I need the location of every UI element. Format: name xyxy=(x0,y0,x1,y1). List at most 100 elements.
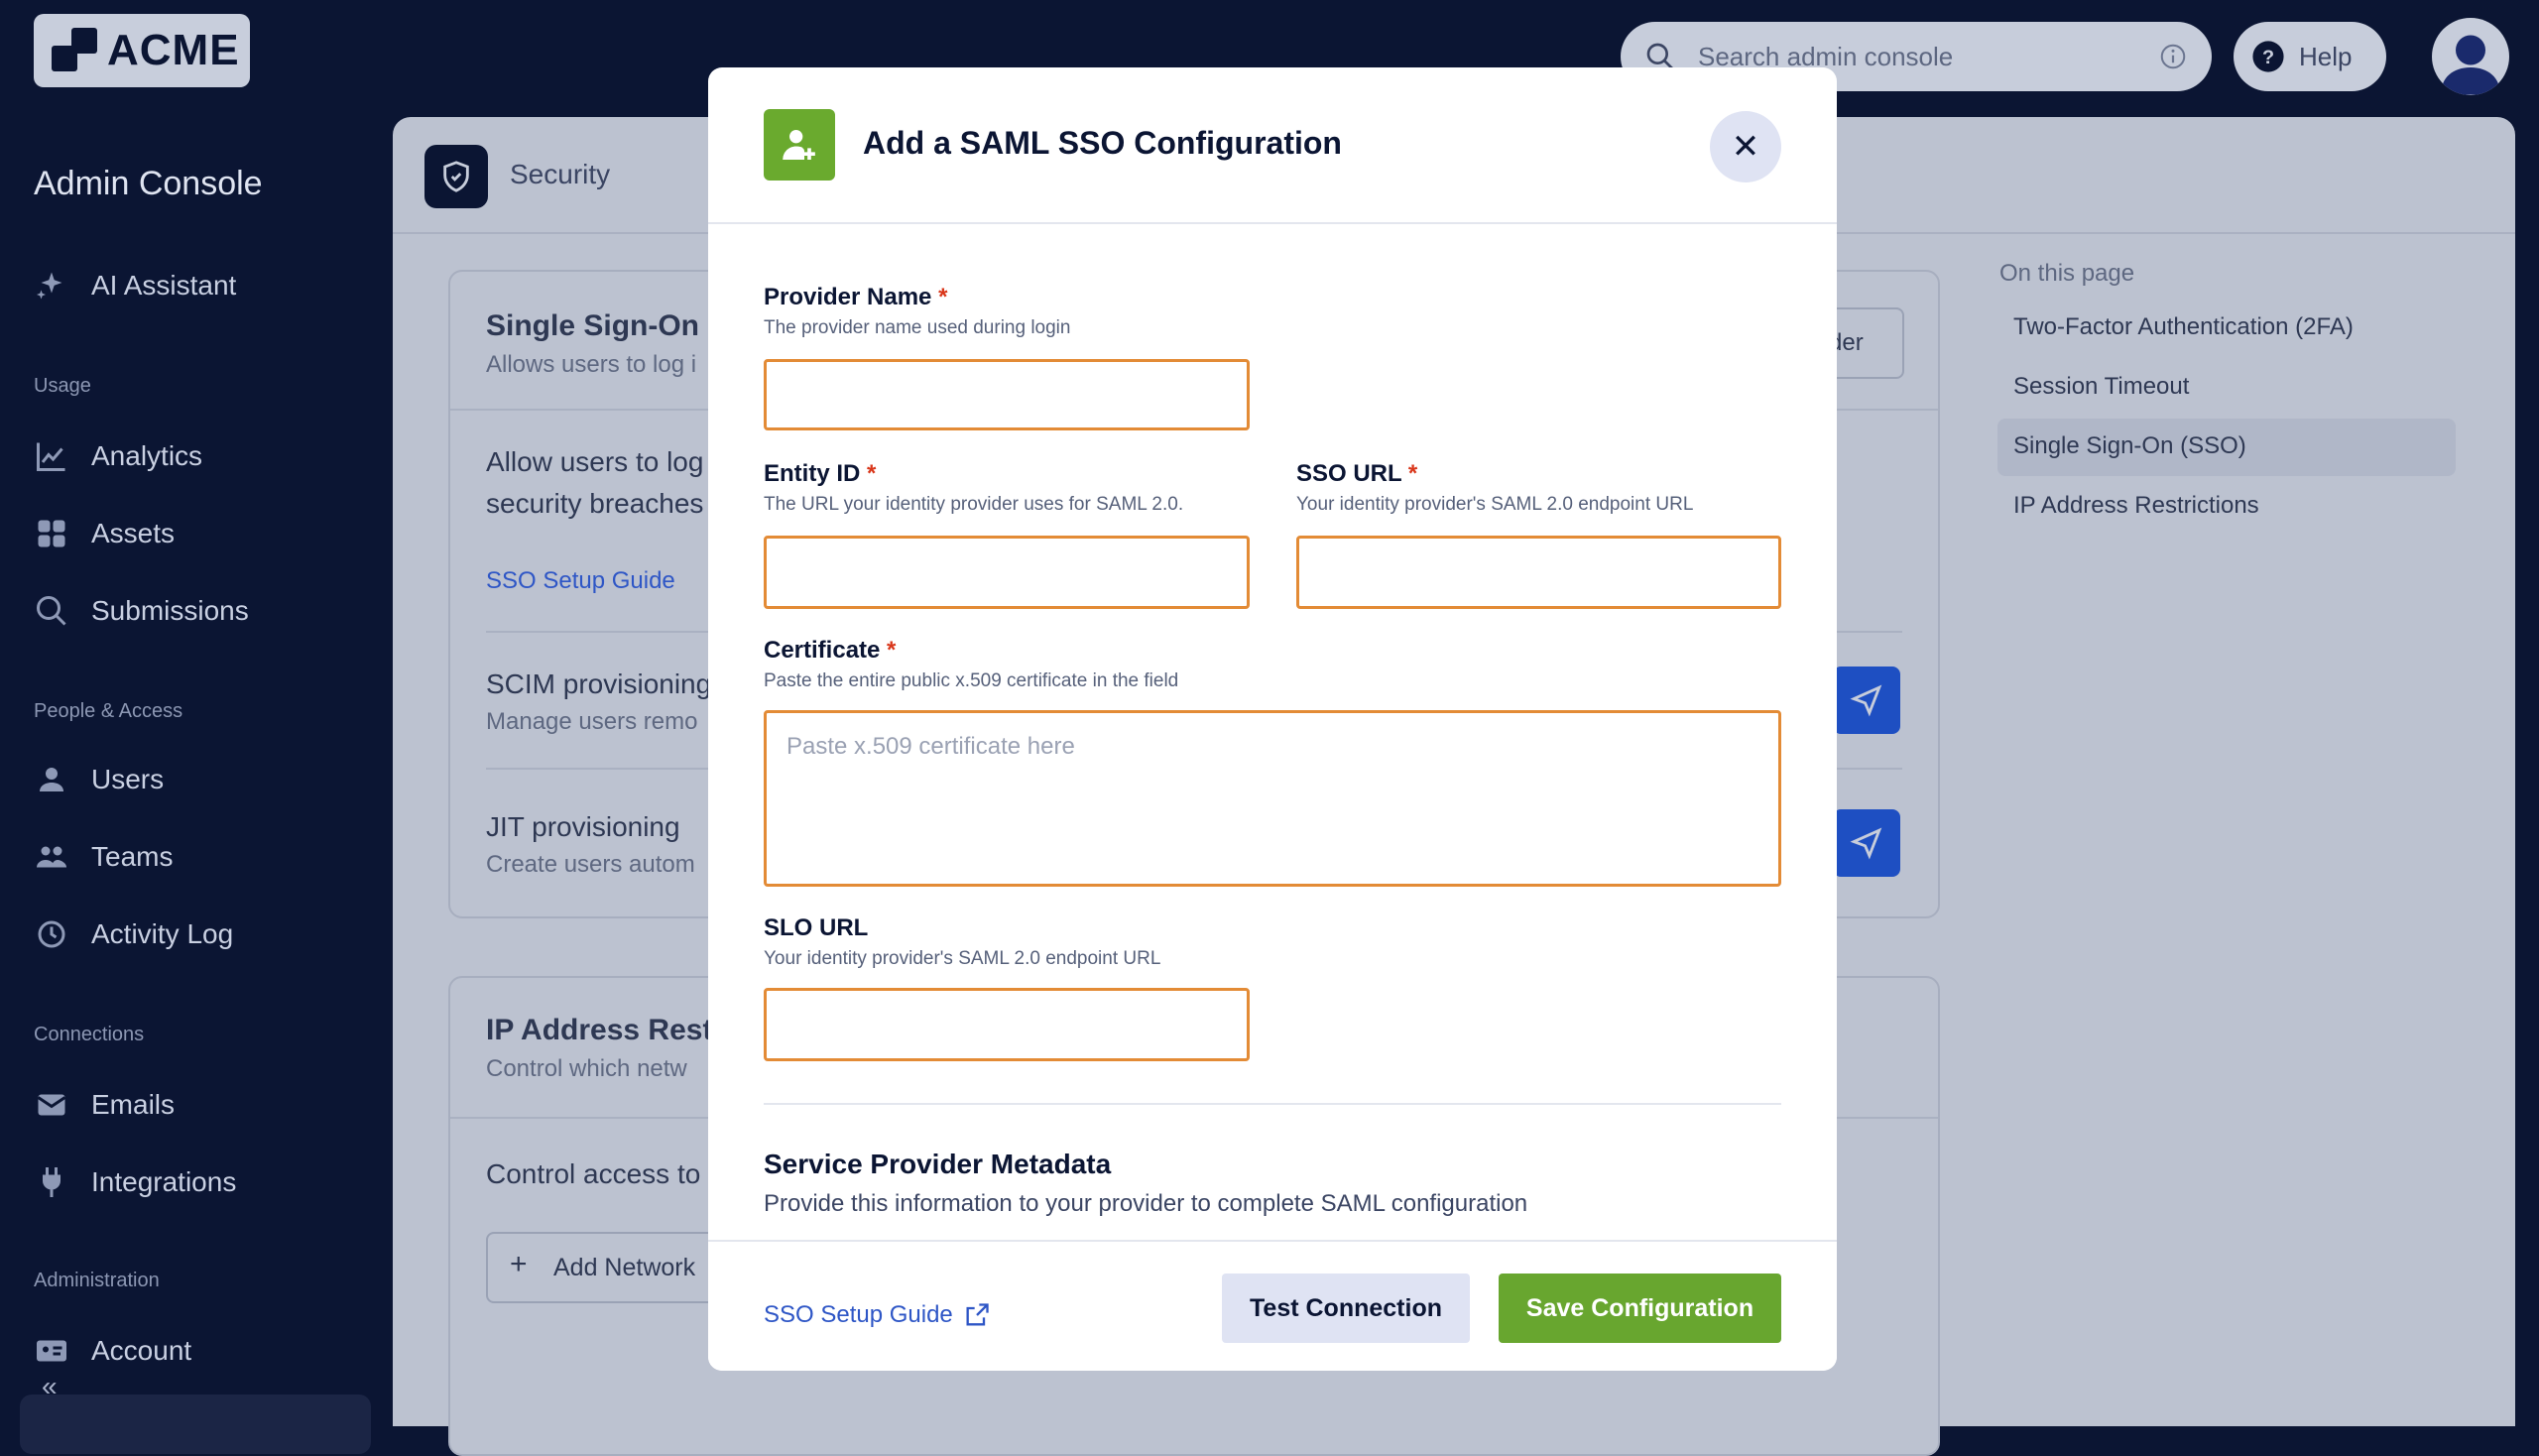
help-button[interactable]: ? Help xyxy=(2234,22,2386,91)
sidebar: ACME Admin Console AI Assistant Usage An… xyxy=(0,0,389,1454)
certificate-textarea[interactable] xyxy=(764,710,1781,887)
toc-item-2fa[interactable]: Two-Factor Authentication (2FA) xyxy=(2013,313,2354,341)
mail-icon xyxy=(37,1094,66,1116)
provider-name-help: The provider name used during login xyxy=(764,317,1071,338)
sso-guide-link[interactable]: SSO Setup Guide xyxy=(486,567,675,595)
modal-header: Add a SAML SSO Configuration ✕ xyxy=(708,67,1837,224)
plus-icon: + xyxy=(510,1248,528,1280)
sidebar-item-analytics[interactable]: Analytics xyxy=(34,438,202,474)
slo-url-label: SLO URL xyxy=(764,914,869,941)
toc-item-sso[interactable]: Single Sign-On (SSO) xyxy=(2013,432,2246,460)
id-card-icon xyxy=(37,1340,66,1362)
sidebar-item-label: Integrations xyxy=(91,1166,237,1197)
provider-name-label: Provider Name * xyxy=(764,284,947,311)
user-plus-icon xyxy=(764,109,835,181)
sidebar-item-integrations[interactable]: Integrations xyxy=(34,1164,236,1200)
provider-name-label-text: Provider Name xyxy=(764,284,932,310)
sidebar-item-users[interactable]: Users xyxy=(34,762,164,797)
external-link-icon xyxy=(966,1303,989,1326)
logo-text: ACME xyxy=(107,26,240,74)
sidebar-item-ai-assistant[interactable]: AI Assistant xyxy=(34,268,236,303)
test-connection-button[interactable]: Test Connection xyxy=(1222,1274,1470,1343)
certificate-help: Paste the entire public x.509 certificat… xyxy=(764,670,1179,691)
entity-id-label: Entity ID * xyxy=(764,460,876,488)
toc-item-ip-restrictions[interactable]: IP Address Restrictions xyxy=(2013,492,2259,520)
sidebar-item-submissions[interactable]: Submissions xyxy=(34,593,249,629)
metadata-subtitle: Provide this information to your provide… xyxy=(764,1190,1528,1217)
entity-id-input[interactable] xyxy=(764,536,1250,609)
sidebar-item-label: AI Assistant xyxy=(91,270,237,301)
help-label: Help xyxy=(2299,41,2353,71)
sso-card-title: Single Sign-On xyxy=(486,309,699,342)
sso-setup-guide-link[interactable]: SSO Setup Guide xyxy=(764,1301,991,1329)
sso-url-label-text: SSO URL xyxy=(1296,460,1402,487)
sidebar-item-activity-log[interactable]: Activity Log xyxy=(34,916,233,952)
info-icon[interactable] xyxy=(2158,42,2188,71)
question-circle-icon: ? xyxy=(2252,41,2284,72)
sso-body-line2: security breaches xyxy=(486,488,704,519)
jit-subtitle: Create users autom xyxy=(486,851,695,878)
sso-url-label: SSO URL * xyxy=(1296,460,1417,488)
sidebar-item-label: Emails xyxy=(91,1089,176,1120)
sidebar-item-account[interactable]: Account xyxy=(34,1333,191,1369)
scim-send-button[interactable] xyxy=(1833,667,1900,734)
modal-divider xyxy=(764,1103,1781,1105)
sidebar-item-label: Submissions xyxy=(91,595,249,626)
acme-logo[interactable]: ACME xyxy=(34,14,250,87)
save-configuration-button[interactable]: Save Configuration xyxy=(1499,1274,1781,1343)
user-avatar-icon xyxy=(2441,35,2500,95)
team-icon xyxy=(37,846,66,868)
sidebar-item-label: Teams xyxy=(91,841,174,872)
sidebar-item-teams[interactable]: Teams xyxy=(34,839,173,875)
certificate-label-text: Certificate xyxy=(764,637,881,664)
sidebar-item-assets[interactable]: Assets xyxy=(34,516,175,551)
sidebar-item-label: Analytics xyxy=(91,440,203,471)
required-mark: * xyxy=(887,637,897,664)
nav-group-usage: Usage xyxy=(34,375,91,397)
search-icon xyxy=(37,596,66,626)
sidebar-item-label: Users xyxy=(91,764,165,794)
modal-footer: SSO Setup Guide Test Connection Save Con… xyxy=(708,1240,1837,1371)
scim-subtitle: Manage users remo xyxy=(486,708,698,735)
avatar[interactable] xyxy=(2432,18,2509,95)
sso-url-input[interactable] xyxy=(1296,536,1781,609)
paper-plane-icon xyxy=(1850,684,1882,717)
toc-item-session-timeout[interactable]: Session Timeout xyxy=(2013,373,2189,401)
shield-icon xyxy=(424,145,488,208)
logo-mark-icon xyxy=(52,28,97,73)
required-mark: * xyxy=(938,284,948,310)
add-network-label: Add Network xyxy=(553,1254,696,1281)
provider-name-input[interactable] xyxy=(764,359,1250,430)
sso-card-subtitle: Allows users to log i xyxy=(486,351,697,378)
ip-card-title: IP Address Rest xyxy=(486,1014,713,1046)
history-icon xyxy=(38,920,65,948)
sidebar-item-security[interactable] xyxy=(20,1395,371,1454)
sidebar-item-label: Activity Log xyxy=(91,918,234,949)
required-mark: * xyxy=(1407,460,1418,487)
entity-id-label-text: Entity ID xyxy=(764,460,861,487)
user-icon xyxy=(40,768,63,791)
paper-plane-icon xyxy=(1850,827,1882,860)
slo-url-help: Your identity provider's SAML 2.0 endpoi… xyxy=(764,948,1161,969)
sparkle-icon xyxy=(37,272,62,300)
collapse-sidebar-icon[interactable]: « xyxy=(42,1371,58,1402)
saml-config-modal: Add a SAML SSO Configuration ✕ Provider … xyxy=(708,67,1837,1371)
section-title: Security xyxy=(510,159,611,189)
slo-url-input[interactable] xyxy=(764,988,1250,1061)
jit-send-button[interactable] xyxy=(1833,809,1900,877)
scim-title: SCIM provisioning xyxy=(486,668,712,699)
sso-url-help: Your identity provider's SAML 2.0 endpoi… xyxy=(1296,494,1694,515)
sso-body-line1: Allow users to log xyxy=(486,446,704,477)
grid-icon xyxy=(38,520,65,547)
close-icon[interactable]: ✕ xyxy=(1710,111,1781,182)
modal-title: Add a SAML SSO Configuration xyxy=(863,125,1342,161)
nav-group-connections: Connections xyxy=(34,1024,145,1045)
sidebar-item-emails[interactable]: Emails xyxy=(34,1087,175,1123)
jit-title: JIT provisioning xyxy=(486,811,680,842)
entity-id-help: The URL your identity provider uses for … xyxy=(764,494,1184,515)
ip-card-subtitle: Control which netw xyxy=(486,1055,687,1082)
certificate-label: Certificate * xyxy=(764,637,896,665)
svg-text:?: ? xyxy=(2262,47,2274,68)
chart-line-icon xyxy=(37,442,65,471)
toc-title: On this page xyxy=(1999,260,2135,287)
